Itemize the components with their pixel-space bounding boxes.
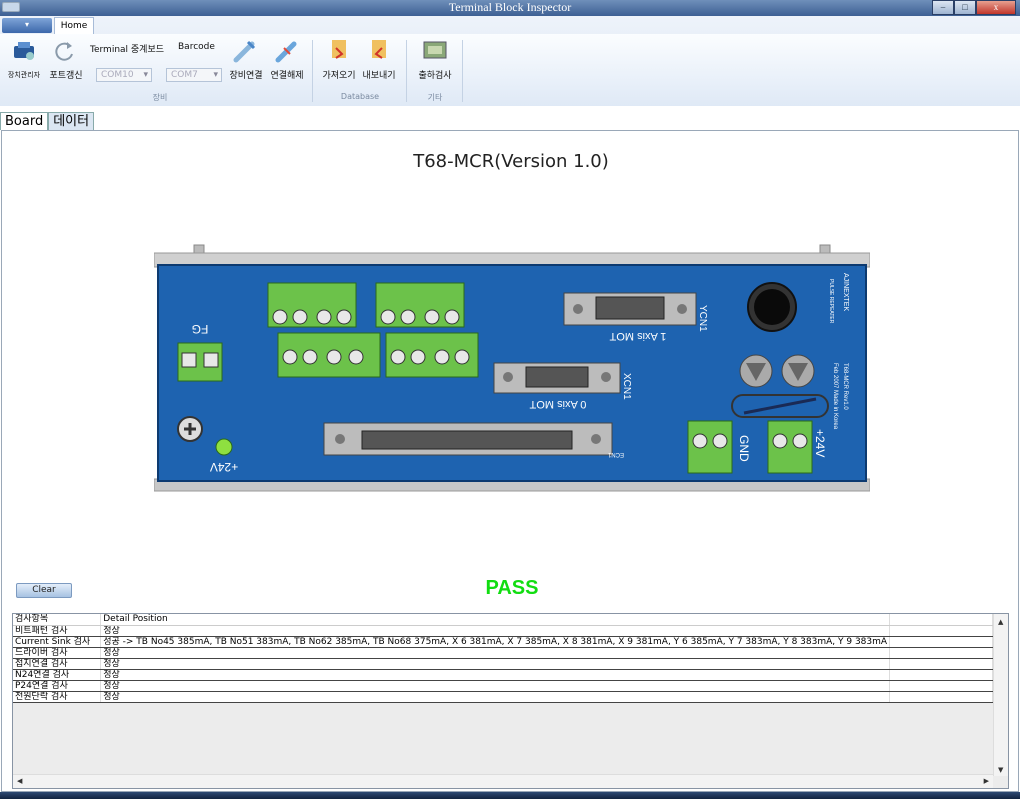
detail-cell: 정상 [100,647,891,659]
tab-data[interactable]: 데이터 [48,112,95,130]
clear-button[interactable]: Clear [16,583,72,598]
group-separator [406,40,407,102]
close-button[interactable]: x [976,0,1016,15]
ecn1-connector [323,422,613,456]
ycn1-connector [563,292,697,326]
detail-cell: 정상 [100,658,891,670]
pulse-label: PULSE REPEATER [828,279,834,324]
item-cell: P24연결 검사 [13,680,102,692]
axis1-label: 1 Axis MOT [609,330,666,342]
maximize-button[interactable]: □ [954,0,976,15]
barcode-port-select[interactable]: COM7 ▾ [166,68,222,82]
import-button[interactable]: 가져오기 [318,68,360,81]
ribbon-body: 장치관리자 포트갱신 Terminal 중계보드 Barcode COM10 ▾ … [0,34,1020,106]
date-label: Feb 2007 Made in Korea [832,363,838,430]
chevron-down-icon: ▾ [143,70,148,80]
column-header[interactable]: Detail Position [100,614,891,626]
view-tabs: Board 데이터 [0,112,95,130]
p24-right-label: +24V [813,429,827,457]
group-device-label: 장비 [152,93,168,102]
result-status: PASS [485,577,539,599]
fg-terminal [177,342,223,382]
detail-cell: 정상 [100,625,891,637]
ecn1-label: ECN1 [607,451,624,457]
gnd-label: GND [737,435,751,462]
taskbar [0,792,1020,799]
grid-header: 검사항목 Detail Position [13,614,993,626]
column-header[interactable]: 검사항목 [13,614,102,626]
detail-cell: 정상 [100,669,891,681]
brand-label: AJINEXTEK [842,273,849,311]
item-cell: N24연결 검사 [13,669,102,681]
terminal-port-select[interactable]: COM10 ▾ [96,68,152,82]
device-manager-button[interactable]: 장치관리자 [4,70,44,80]
item-cell: 비트패턴 검사 [13,625,102,637]
tab-home[interactable]: Home [54,17,94,34]
ribbon: ▾ Home 장치관리자 포트갱신 Terminal 중계보드 Barcode … [0,16,1020,106]
vertical-scrollbar[interactable]: ▲ ▼ [993,614,1008,776]
board-image: FG +24V YCN1 1 Axis MOT XCN1 0 Axis MOT … [154,244,870,492]
minimize-button[interactable]: – [932,0,954,15]
connect-button[interactable]: 장비연결 [226,68,266,81]
power-led-icon [215,438,233,456]
refresh-icon[interactable] [54,40,76,62]
scroll-down-icon[interactable]: ▼ [998,766,1003,774]
group-etc-label: 기타 [427,93,443,102]
item-cell: 드라이버 검사 [13,647,102,659]
axis0-label: 0 Axis MOT [529,398,586,410]
column-header[interactable] [889,614,993,626]
horizontal-scrollbar[interactable]: ◀ ▶ [13,774,993,788]
p24-left-label: +24V [210,460,238,474]
tab-board[interactable]: Board [0,112,49,130]
gnd-terminal [687,420,733,474]
device-manager-icon[interactable] [12,40,38,62]
quick-access-icon[interactable] [2,2,20,12]
group-database-label: Database [340,92,380,101]
connect-icon[interactable] [232,38,258,64]
item-cell: 접지연결 검사 [13,658,102,670]
p24-terminal [767,420,813,474]
export-icon[interactable] [368,38,390,62]
disconnect-icon[interactable] [274,38,300,64]
detail-cell: 성공 -> TB No45 385mA, TB No51 383mA, TB N… [100,636,891,648]
ship-inspect-icon[interactable] [422,40,448,62]
disconnect-button[interactable]: 연결해제 [266,68,308,81]
result-grid[interactable]: 검사항목 Detail Position 비트패턴 검사 정상 Current S… [12,613,1009,789]
scroll-up-icon[interactable]: ▲ [998,618,1003,626]
item-cell: 전원단락 검사 [13,691,102,703]
table-row[interactable]: 접지연결 검사 정상 [13,658,993,670]
port-refresh-button[interactable]: 포트갱신 [46,68,86,81]
import-icon[interactable] [328,38,350,62]
export-button[interactable]: 내보내기 [358,68,400,81]
ycn1-label: YCN1 [697,305,708,332]
board-panel: T68-MCR(Version 1.0) FG +24V YCN1 1 Axis… [1,130,1019,792]
ship-inspect-button[interactable]: 출하검사 [414,68,456,81]
chevron-down-icon: ▾ [213,70,218,80]
terminal-label: Terminal 중계보드 [90,45,165,55]
group-separator [462,40,463,102]
fg-label: FG [192,322,209,336]
model-label: T68-MCR Rev1.0 [842,363,848,410]
table-row[interactable]: P24연결 검사 정상 [13,680,993,692]
table-row[interactable]: 드라이버 검사 정상 [13,647,993,659]
app-menu-button[interactable]: ▾ [2,18,52,33]
xcn1-connector [493,362,621,394]
board-title: T68-MCR(Version 1.0) [413,151,609,172]
table-row[interactable]: Current Sink 검사 성공 -> TB No45 385mA, TB N… [13,636,993,648]
table-row[interactable]: 전원단락 검사 정상 [13,691,993,703]
detail-cell: 정상 [100,691,891,703]
title-bar: Terminal Block Inspector – □ x [0,0,1020,16]
scroll-left-icon[interactable]: ◀ [17,777,22,785]
table-row[interactable]: 비트패턴 검사 정상 [13,625,993,637]
barcode-label: Barcode [178,42,215,52]
table-row[interactable]: N24연결 검사 정상 [13,669,993,681]
item-cell: Current Sink 검사 [13,636,102,648]
scroll-right-icon[interactable]: ▶ [984,777,989,785]
group-separator [312,40,313,102]
detail-cell: 정상 [100,680,891,692]
window-title: Terminal Block Inspector [448,0,572,14]
xcn1-label: XCN1 [621,373,632,400]
